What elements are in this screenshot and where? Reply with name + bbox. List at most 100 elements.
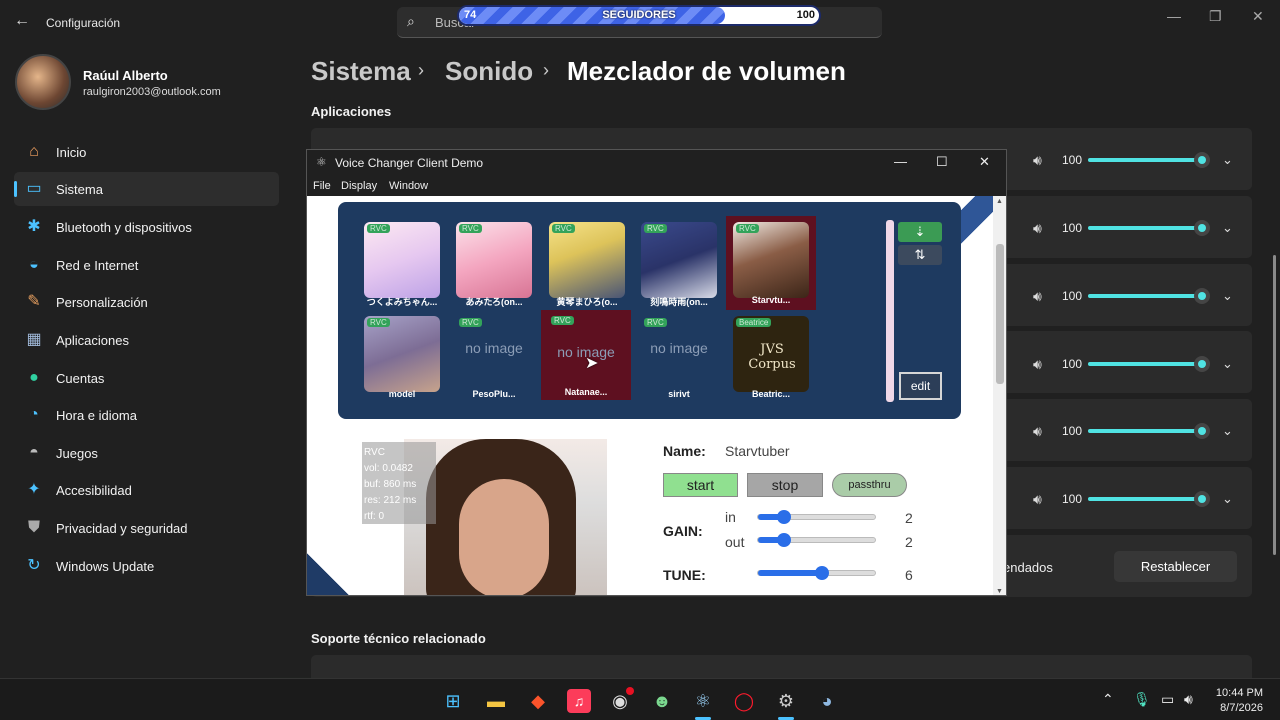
microphone-icon[interactable]: 🎙︎ xyxy=(1133,691,1151,708)
sidebar-item-hora[interactable]: ◔ Hora e idioma xyxy=(14,398,279,432)
volume-slider-knob[interactable] xyxy=(1194,288,1210,304)
scroll-down-icon[interactable]: ▼ xyxy=(996,588,1003,595)
sidebar-item-personalizacion[interactable]: ✎ Personalización xyxy=(14,285,279,319)
steam-icon[interactable]: ◕ xyxy=(815,689,839,713)
vc-minimize-icon[interactable]: — xyxy=(894,154,907,169)
slider-knob[interactable] xyxy=(776,510,791,524)
model-name: Beatric... xyxy=(751,389,791,399)
speaker-icon[interactable]: 🔊︎ xyxy=(1184,691,1193,708)
model-slot[interactable]: RVC 刻鳴時雨(on... xyxy=(641,222,717,310)
opera-icon[interactable]: ◯ xyxy=(732,689,756,713)
tune-slider[interactable] xyxy=(757,566,876,580)
chevron-down-icon[interactable]: ⌄ xyxy=(1222,152,1233,168)
sidebar-item-red[interactable]: ◒ Red e Internet xyxy=(14,248,279,282)
chevron-down-icon[interactable]: ⌄ xyxy=(1222,220,1233,236)
volume-slider-knob[interactable] xyxy=(1194,220,1210,236)
menu-file[interactable]: File xyxy=(313,180,331,192)
sort-down-icon[interactable]: ⇣ xyxy=(898,222,942,242)
sidebar-item-aplicaciones[interactable]: ▦ Aplicaciones xyxy=(14,323,279,357)
reset-button[interactable]: Restablecer xyxy=(1114,551,1237,582)
chevron-down-icon[interactable]: ⌄ xyxy=(1222,356,1233,372)
file-explorer-icon[interactable]: ▬ xyxy=(484,689,508,713)
vc-close-icon[interactable]: ✕ xyxy=(979,154,990,170)
model-slot[interactable]: JVS Corpus Beatrice Beatric... xyxy=(733,316,809,404)
chevron-up-icon[interactable]: ⌃ xyxy=(1102,691,1114,708)
volume-value: 100 xyxy=(1062,424,1083,438)
model-slot[interactable]: RVC no image sirivt xyxy=(641,316,717,404)
scrollbar-thumb[interactable] xyxy=(996,244,1004,384)
speaker-icon[interactable]: 🔊︎ xyxy=(1033,288,1042,305)
stat-buf: buf: 860 ms xyxy=(364,479,417,490)
volume-slider[interactable] xyxy=(1088,362,1206,366)
back-arrow-icon[interactable]: ← xyxy=(14,12,30,30)
slider-knob[interactable] xyxy=(776,533,791,547)
speaker-icon[interactable]: 🔊︎ xyxy=(1033,423,1042,440)
scroll-up-icon[interactable]: ▲ xyxy=(996,198,1003,205)
volume-slider[interactable] xyxy=(1088,294,1206,298)
start-button[interactable]: start xyxy=(663,473,738,497)
section-apps-title: Aplicaciones xyxy=(311,104,392,119)
sort-order-icon[interactable]: ⇅ xyxy=(898,245,942,265)
volume-slider-knob[interactable] xyxy=(1194,152,1210,168)
model-slot[interactable]: RVC model xyxy=(364,316,440,404)
gain-out-slider[interactable] xyxy=(757,533,876,547)
model-thumbnail xyxy=(549,222,625,298)
model-slot[interactable]: RVC no image PesoPlu... xyxy=(456,316,532,404)
voice-changer-app-icon[interactable]: ⚛ xyxy=(691,689,715,713)
model-slot[interactable]: RVC あみたろ(on... xyxy=(456,222,532,310)
speaker-icon[interactable]: 🔊︎ xyxy=(1033,152,1042,169)
menu-window[interactable]: Window xyxy=(389,180,428,192)
sidebar-item-sistema[interactable]: ▭ Sistema xyxy=(14,172,279,206)
sidebar-item-cuentas[interactable]: ● Cuentas xyxy=(14,361,279,395)
chevron-down-icon[interactable]: ⌄ xyxy=(1222,423,1233,439)
page-scrollbar[interactable] xyxy=(1273,255,1276,555)
volume-slider[interactable] xyxy=(1088,226,1206,230)
model-slot[interactable]: RVC 黄琴まひろ(o... xyxy=(549,222,625,310)
chevron-down-icon[interactable]: ⌄ xyxy=(1222,491,1233,507)
speaker-icon[interactable]: 🔊︎ xyxy=(1033,220,1042,237)
sidebar-item-juegos[interactable]: ◓ Juegos xyxy=(14,436,279,470)
menu-display[interactable]: Display xyxy=(341,180,377,192)
vc-scrollbar[interactable]: ▲ ▼ xyxy=(993,196,1006,595)
sidebar-item-label: Personalización xyxy=(56,295,148,310)
volume-slider[interactable] xyxy=(1088,158,1206,162)
vc-maximize-icon[interactable]: ☐ xyxy=(936,154,948,170)
slot-scrollbar[interactable] xyxy=(886,220,894,402)
sidebar-item-privacidad[interactable]: ⛊ Privacidad y seguridad xyxy=(14,511,279,545)
passthru-button[interactable]: passthru xyxy=(832,473,907,497)
chevron-down-icon[interactable]: ⌄ xyxy=(1222,288,1233,304)
maximize-icon[interactable]: ❐ xyxy=(1209,8,1222,25)
volume-slider-knob[interactable] xyxy=(1194,356,1210,372)
portrait-face xyxy=(459,479,549,595)
volume-slider[interactable] xyxy=(1088,429,1206,433)
music-app-icon[interactable]: ♫ xyxy=(567,689,591,713)
sidebar-item-bluetooth[interactable]: ✱ Bluetooth y dispositivos xyxy=(14,210,279,244)
volume-slider[interactable] xyxy=(1088,497,1206,501)
gain-in-slider[interactable] xyxy=(757,510,876,524)
model-slot-selected[interactable]: RVC Starvtu... xyxy=(726,216,816,310)
model-slot[interactable]: RVC つくよみちゃん... xyxy=(364,222,440,310)
close-icon[interactable]: ✕ xyxy=(1252,8,1264,25)
slider-knob[interactable] xyxy=(815,566,830,580)
speaker-icon[interactable]: 🔊︎ xyxy=(1033,491,1042,508)
volume-slider-knob[interactable] xyxy=(1194,423,1210,439)
start-menu-icon[interactable]: ⊞ xyxy=(441,689,465,713)
brave-browser-icon[interactable]: ◆ xyxy=(526,689,550,713)
settings-gear-icon[interactable]: ⚙ xyxy=(774,689,798,713)
avatar[interactable] xyxy=(15,54,71,110)
speaker-icon[interactable]: 🔊︎ xyxy=(1033,356,1042,373)
gain-out-value: 2 xyxy=(905,534,913,550)
breadcrumb-sistema[interactable]: Sistema xyxy=(311,56,411,87)
sidebar-item-inicio[interactable]: ⌂ Inicio xyxy=(14,135,279,169)
network-icon[interactable]: ▭ xyxy=(1161,691,1174,708)
minimize-icon[interactable]: — xyxy=(1167,8,1181,24)
stop-button[interactable]: stop xyxy=(747,473,823,497)
taskbar-clock[interactable]: 10:44 PM 8/7/2026 xyxy=(1213,686,1263,716)
edit-button[interactable]: edit xyxy=(899,372,942,400)
sidebar-item-windows-update[interactable]: ↻ Windows Update xyxy=(14,549,279,583)
volume-slider-knob[interactable] xyxy=(1194,491,1210,507)
sidebar-item-accesibilidad[interactable]: ✦ Accesibilidad xyxy=(14,473,279,507)
vtuber-app-icon[interactable]: ☻ xyxy=(650,689,674,713)
breadcrumb-sonido[interactable]: Sonido xyxy=(445,56,533,87)
vc-content: RVC つくよみちゃん... RVC あみたろ(on... RVC 黄琴まひろ(… xyxy=(307,196,993,595)
